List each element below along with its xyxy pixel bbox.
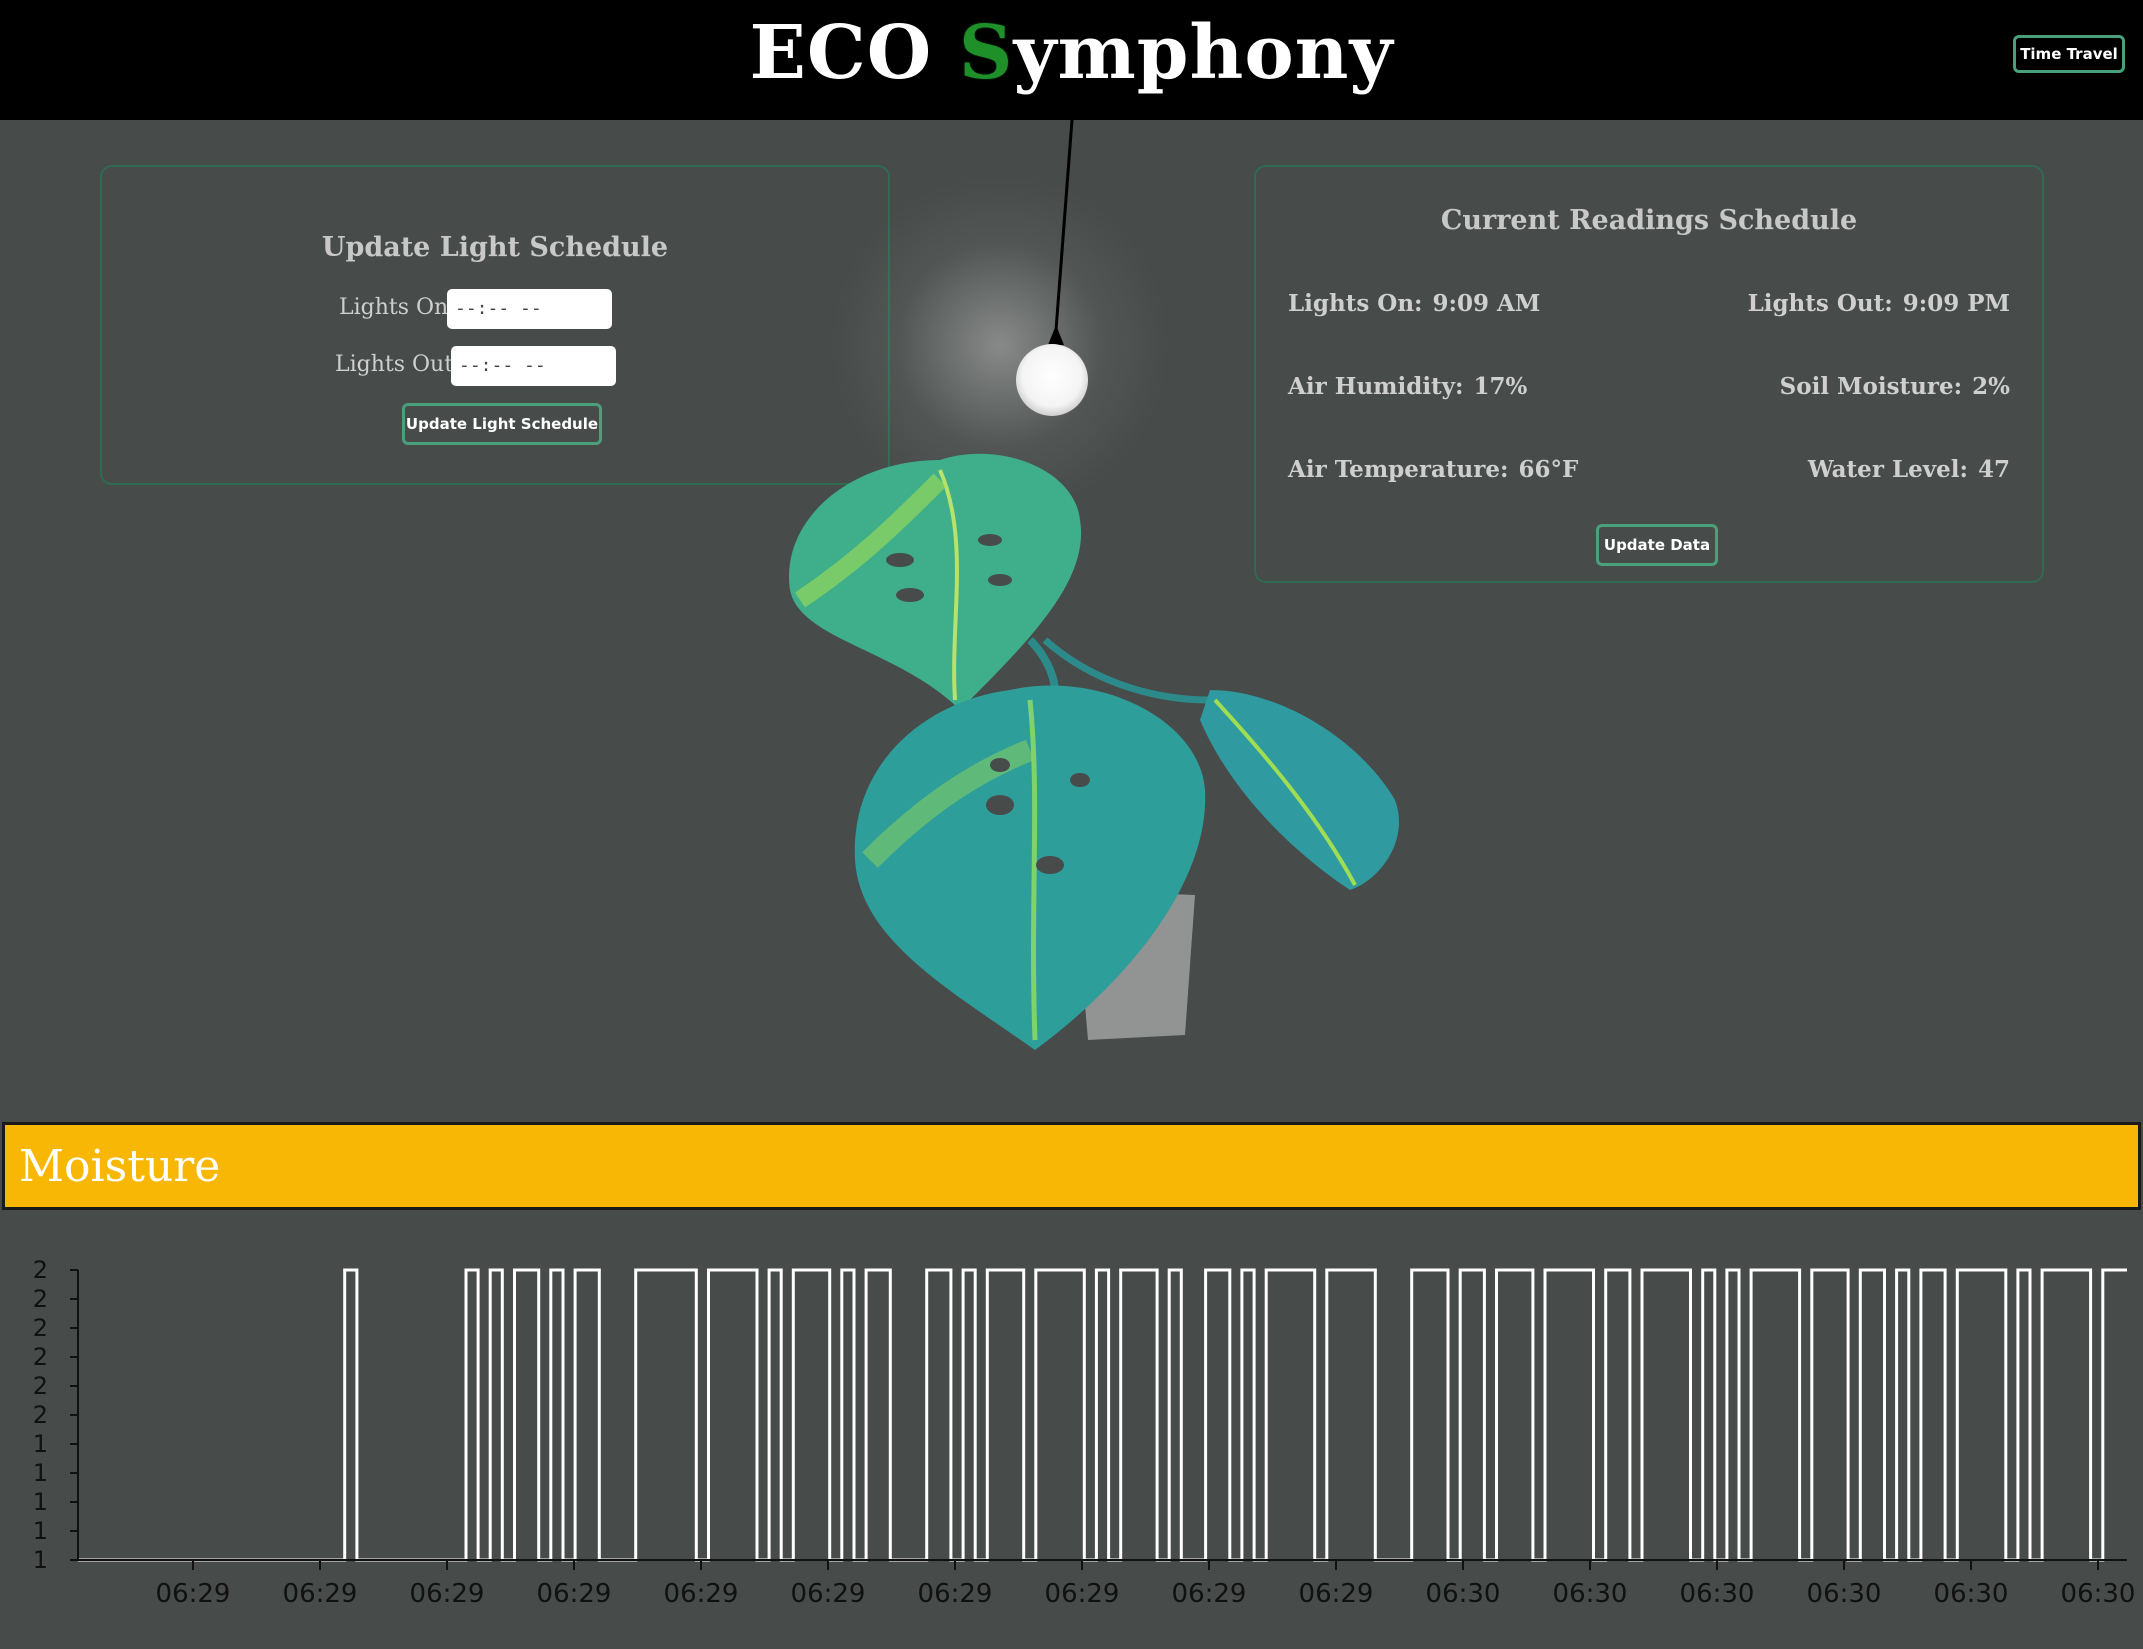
y-tick-label: 1 <box>33 1546 48 1574</box>
x-tick-label: 06:30 <box>2061 1579 2136 1609</box>
y-tick-label: 1 <box>33 1488 48 1516</box>
y-tick-label: 2 <box>33 1256 48 1284</box>
moisture-title: Moisture <box>19 1141 221 1192</box>
x-tick-label: 06:29 <box>156 1579 231 1609</box>
x-tick-label: 06:30 <box>1807 1579 1882 1609</box>
plant-illustration <box>789 453 1399 1050</box>
x-tick-label: 06:29 <box>283 1579 358 1609</box>
x-tick-label: 06:29 <box>537 1579 612 1609</box>
moisture-chart: 1111122222206:29 06:29 06:29 06:29 06:29 06:2… <box>33 1256 2136 1609</box>
y-tick-label: 1 <box>33 1459 48 1487</box>
leaf-right <box>1200 690 1399 890</box>
y-tick-label: 2 <box>33 1372 48 1400</box>
x-tick-label: 06:29 <box>1045 1579 1120 1609</box>
x-tick-label: 06:30 <box>1553 1579 1628 1609</box>
y-tick-label: 2 <box>33 1285 48 1313</box>
y-tick-label: 1 <box>33 1517 48 1545</box>
moisture-series-line <box>78 1268 2127 1562</box>
x-tick-label: 06:29 <box>664 1579 739 1609</box>
x-tick-label: 06:29 <box>1172 1579 1247 1609</box>
x-tick-label: 06:30 <box>1426 1579 1501 1609</box>
x-tick-label: 06:29 <box>1299 1579 1374 1609</box>
y-tick-label: 1 <box>33 1430 48 1458</box>
y-tick-label: 2 <box>33 1314 48 1342</box>
y-tick-label: 2 <box>33 1343 48 1371</box>
x-tick-label: 06:29 <box>410 1579 485 1609</box>
bulb-icon <box>1016 344 1088 416</box>
x-tick-label: 06:29 <box>918 1579 993 1609</box>
moisture-banner: Moisture <box>2 1122 2141 1210</box>
x-tick-label: 06:30 <box>1934 1579 2009 1609</box>
x-tick-label: 06:29 <box>791 1579 866 1609</box>
light-bulb-illustration <box>789 119 1399 1050</box>
x-tick-label: 06:30 <box>1680 1579 1755 1609</box>
y-tick-label: 2 <box>33 1401 48 1429</box>
